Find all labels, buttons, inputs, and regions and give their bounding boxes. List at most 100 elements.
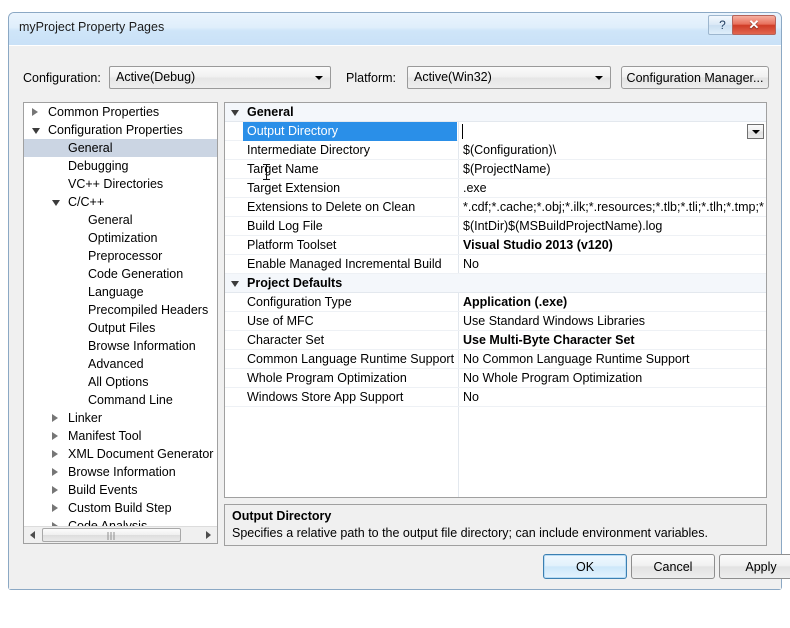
property-row[interactable]: Target Name $(ProjectName) xyxy=(225,160,766,179)
chevron-right-icon[interactable] xyxy=(52,450,58,458)
chevron-right-icon[interactable] xyxy=(32,108,38,116)
tree-horizontal-scrollbar[interactable] xyxy=(24,526,217,543)
tree-item-general[interactable]: General xyxy=(24,139,217,157)
tree-item-command-line[interactable]: Command Line xyxy=(24,391,217,409)
property-value[interactable]: .exe xyxy=(463,179,764,198)
tree-item-label: Manifest Tool xyxy=(68,429,142,443)
tree-item-label: Configuration Properties xyxy=(48,123,183,137)
property-grid-rows: General Output Directory Intermediate Dire… xyxy=(225,103,766,407)
grid-category-header[interactable]: General xyxy=(225,103,766,122)
chevron-down-icon[interactable] xyxy=(52,200,60,206)
property-row[interactable]: Platform Toolset Visual Studio 2013 (v120… xyxy=(225,236,766,255)
property-label: Target Name xyxy=(247,162,319,176)
ok-button[interactable]: OK xyxy=(543,554,627,579)
tree-item-label: Browse Information xyxy=(68,465,176,479)
chevron-down-icon[interactable] xyxy=(231,281,239,287)
tree-item-advanced[interactable]: Advanced xyxy=(24,355,217,373)
property-row[interactable]: Intermediate Directory $(Configuration)\ xyxy=(225,141,766,160)
tree-item-label: Debugging xyxy=(68,159,129,173)
tree-item-label: XML Document Generator xyxy=(68,447,214,461)
chevron-right-icon[interactable] xyxy=(52,468,58,476)
tree-item-general[interactable]: General xyxy=(24,211,217,229)
tree-item-browse-information[interactable]: Browse Information xyxy=(24,463,217,481)
tree-item-linker[interactable]: Linker xyxy=(24,409,217,427)
tree-item-label: Custom Build Step xyxy=(68,501,172,515)
grid-category-label: Project Defaults xyxy=(247,276,343,290)
property-row[interactable]: Use of MFC Use Standard Windows Libraries xyxy=(225,312,766,331)
tree-item-precompiled-headers[interactable]: Precompiled Headers xyxy=(24,301,217,319)
scroll-left-icon[interactable] xyxy=(24,527,41,543)
cancel-button[interactable]: Cancel xyxy=(631,554,715,579)
tree-item-code-generation[interactable]: Code Generation xyxy=(24,265,217,283)
configuration-label: Configuration: xyxy=(23,71,101,85)
tree-item-label: C/C++ xyxy=(68,195,105,209)
tree-item-c-c[interactable]: C/C++ xyxy=(24,193,217,211)
property-page-tree[interactable]: Common Properties Configuration Propertie… xyxy=(23,102,218,544)
chevron-right-icon[interactable] xyxy=(52,432,58,440)
close-icon[interactable]: ✕ xyxy=(732,15,776,35)
property-row[interactable]: Configuration Type Application (.exe) xyxy=(225,293,766,312)
chevron-down-icon[interactable] xyxy=(231,110,239,116)
tree-item-debugging[interactable]: Debugging xyxy=(24,157,217,175)
tree-item-browse-information[interactable]: Browse Information xyxy=(24,337,217,355)
property-value[interactable]: No xyxy=(463,255,764,274)
property-value[interactable]: $(ProjectName) xyxy=(463,160,764,179)
tree-item-code-analysis[interactable]: Code Analysis xyxy=(24,517,217,526)
property-value[interactable]: $(IntDir)$(MSBuildProjectName).log xyxy=(463,217,764,236)
chevron-down-icon[interactable] xyxy=(32,128,40,134)
property-row[interactable]: Windows Store App Support No xyxy=(225,388,766,407)
property-row[interactable]: Character Set Use Multi-Byte Character Se… xyxy=(225,331,766,350)
property-row[interactable]: Extensions to Delete on Clean *.cdf;*.cac… xyxy=(225,198,766,217)
description-title: Output Directory xyxy=(232,509,332,523)
property-label: Build Log File xyxy=(247,219,323,233)
tree-item-language[interactable]: Language xyxy=(24,283,217,301)
property-value[interactable]: Visual Studio 2013 (v120) xyxy=(463,236,764,255)
tree-item-label: Linker xyxy=(68,411,103,425)
tree-item-common-properties[interactable]: Common Properties xyxy=(24,103,217,121)
property-value-input[interactable] xyxy=(459,122,766,141)
tree-item-build-events[interactable]: Build Events xyxy=(24,481,217,499)
property-value[interactable]: Use Standard Windows Libraries xyxy=(463,312,764,331)
property-row[interactable]: Target Extension .exe xyxy=(225,179,766,198)
property-value[interactable]: Application (.exe) xyxy=(463,293,764,312)
property-value[interactable]: No Whole Program Optimization xyxy=(463,369,764,388)
tree-item-manifest-tool[interactable]: Manifest Tool xyxy=(24,427,217,445)
scrollbar-thumb[interactable] xyxy=(42,528,181,542)
tree-item-optimization[interactable]: Optimization xyxy=(24,229,217,247)
property-value[interactable]: No Common Language Runtime Support xyxy=(463,350,764,369)
chevron-right-icon[interactable] xyxy=(52,504,58,512)
platform-combo[interactable]: Active(Win32) xyxy=(407,66,611,89)
property-label: Extensions to Delete on Clean xyxy=(247,200,416,214)
tree-item-custom-build-step[interactable]: Custom Build Step xyxy=(24,499,217,517)
property-value[interactable]: Use Multi-Byte Character Set xyxy=(463,331,764,350)
configuration-manager-button[interactable]: Configuration Manager... xyxy=(621,66,769,89)
property-value[interactable]: *.cdf;*.cache;*.obj;*.ilk;*.resources;*.… xyxy=(463,198,764,217)
property-row[interactable]: Whole Program Optimization No Whole Progr… xyxy=(225,369,766,388)
tree-item-all-options[interactable]: All Options xyxy=(24,373,217,391)
tree-item-label: Command Line xyxy=(88,393,173,407)
property-row[interactable]: Output Directory xyxy=(225,122,766,141)
apply-button[interactable]: Apply xyxy=(719,554,790,579)
tree-item-output-files[interactable]: Output Files xyxy=(24,319,217,337)
property-value[interactable]: No xyxy=(463,388,764,407)
tree-item-label: Code Analysis xyxy=(68,519,148,526)
property-label: Enable Managed Incremental Build xyxy=(247,257,442,271)
grid-category-header[interactable]: Project Defaults xyxy=(225,274,766,293)
property-row[interactable]: Build Log File $(IntDir)$(MSBuildProjectN… xyxy=(225,217,766,236)
scroll-right-icon[interactable] xyxy=(200,527,217,543)
property-value[interactable]: $(Configuration)\ xyxy=(463,141,764,160)
property-grid[interactable]: General Output Directory Intermediate Dire… xyxy=(224,102,767,498)
configuration-combo[interactable]: Active(Debug) xyxy=(109,66,331,89)
property-row[interactable]: Enable Managed Incremental Build No xyxy=(225,255,766,274)
property-row[interactable]: Common Language Runtime Support No Common… xyxy=(225,350,766,369)
tree-item-xml-document-generator[interactable]: XML Document Generator xyxy=(24,445,217,463)
tree-item-vc-directories[interactable]: VC++ Directories xyxy=(24,175,217,193)
platform-combo-value: Active(Win32) xyxy=(414,70,492,84)
chevron-right-icon[interactable] xyxy=(52,486,58,494)
tree-item-preprocessor[interactable]: Preprocessor xyxy=(24,247,217,265)
tree-item-configuration-properties[interactable]: Configuration Properties xyxy=(24,121,217,139)
value-dropdown-button[interactable] xyxy=(747,124,764,139)
chevron-right-icon[interactable] xyxy=(52,414,58,422)
tree-item-label: All Options xyxy=(88,375,149,389)
platform-label: Platform: xyxy=(346,71,397,85)
